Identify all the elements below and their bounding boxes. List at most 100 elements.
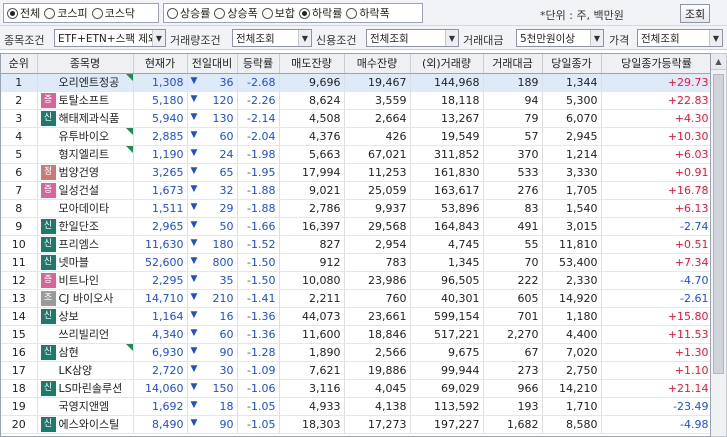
item-condition-select[interactable]: ETF+ETN+스팩 제외 ▼ — [54, 29, 166, 47]
stock-name[interactable]: 범양건영 — [59, 166, 99, 179]
table-row[interactable]: 17 LK삼양 2,720 ▼ 30 -1.09 7,621 19,886 99,944 273 2… — [1, 361, 710, 380]
scroll-thumb[interactable] — [713, 74, 724, 374]
rank-radio-0[interactable]: 상승률 — [167, 5, 210, 21]
cell-amount: 67 — [483, 343, 543, 362]
market-radio-2[interactable]: 코스닥 — [91, 5, 135, 21]
cell-close: 2,330 — [542, 271, 602, 290]
query-button[interactable]: 조회 — [680, 4, 710, 23]
rank-radio-1[interactable]: 상승폭 — [214, 5, 258, 21]
cell-price: 5,940 — [133, 109, 188, 128]
table-row[interactable]: 15 쓰리빌리언 4,340 ▼ 60 -1.36 11,600 18,846 517,221 2… — [1, 325, 710, 344]
table-row[interactable]: 14 신 상보 1,164 ▼ 16 -1.36 44,073 23,661 599,154 701… — [1, 307, 710, 326]
stock-name[interactable]: 에스와이스틸 — [59, 418, 120, 431]
stock-name[interactable]: 비트나인 — [59, 274, 99, 287]
column-header[interactable]: (외)거래량 — [410, 54, 484, 74]
table-row[interactable]: 20 신 에스와이스틸 8,490 ▼ 90 -1.05 18,303 17,273 197,22… — [1, 415, 710, 434]
stock-name[interactable]: 쓰리빌리언 — [59, 328, 110, 341]
cell-rank: 17 — [1, 361, 38, 380]
amount-condition-select[interactable]: 5천만원이상 ▼ — [516, 29, 604, 47]
stock-name[interactable]: 형지엘리트 — [59, 148, 110, 161]
cell-ask: 17,994 — [279, 163, 345, 182]
cell-volume: 18,118 — [410, 91, 484, 110]
volume-condition-select[interactable]: 전체조회 ▼ — [232, 29, 312, 47]
cell-rank: 8 — [1, 199, 38, 218]
cell-rate: -2.14 — [237, 109, 280, 128]
cell-volume: 96,505 — [410, 271, 484, 290]
market-radio-1[interactable]: 코스피 — [44, 5, 88, 21]
table-row[interactable]: 18 신 LS마린솔루션 14,060 ▼ 150 -1.06 3,116 4,045 69,02… — [1, 379, 710, 398]
cell-diff: ▼ 90 — [187, 415, 238, 434]
stock-name[interactable]: LK삼양 — [59, 364, 93, 377]
stock-name[interactable]: 오리엔트정공 — [59, 76, 120, 89]
stock-name[interactable]: 해태제과식품 — [59, 112, 120, 125]
stock-name[interactable]: 모아데이타 — [59, 202, 110, 215]
column-header[interactable]: 당일종가 — [542, 54, 602, 74]
stock-name[interactable]: 삼현 — [59, 346, 79, 359]
table-row[interactable]: 9 신 한일단조 2,965 ▼ 50 -1.66 16,397 29,568 164,843 49… — [1, 217, 710, 236]
item-condition-label: 종목조건 — [4, 34, 45, 47]
diff-value: 800 — [212, 255, 234, 269]
column-header[interactable]: 매수잔량 — [344, 54, 411, 74]
rank-radio-3[interactable]: 하락률 — [299, 5, 342, 21]
cell-rank: 2 — [1, 91, 38, 110]
stock-name[interactable]: LS마린솔루션 — [59, 382, 123, 395]
credit-condition-select[interactable]: 전체조회 ▼ — [366, 29, 459, 47]
table-row[interactable]: 4 유투바이오 2,885 ▼ 60 -2.04 4,376 426 19,549 57 2,945… — [1, 127, 710, 146]
cell-rate: -1.66 — [237, 217, 280, 236]
table-row[interactable]: 16 신 삼현 6,930 ▼ 90 -1.28 1,890 2,566 9,675 67 7,020… — [1, 343, 710, 362]
table-row[interactable]: 5 형지엘리트 1,190 ▼ 24 -1.98 5,663 67,021 311,852 370… — [1, 145, 710, 164]
diff-value: 36 — [219, 75, 234, 89]
cell-price: 3,265 — [133, 163, 188, 182]
cell-ask: 5,663 — [279, 145, 345, 164]
cell-volume: 69,029 — [410, 379, 484, 398]
table-row[interactable]: 12 증 비트나인 2,295 ▼ 35 -1.50 10,080 23,986 96,505 22… — [1, 271, 710, 290]
column-header[interactable]: 전일대비 — [187, 54, 238, 74]
column-header[interactable]: 거래대금 — [483, 54, 543, 74]
stock-name[interactable]: 한일단조 — [59, 220, 99, 233]
radio-label: 전체 — [20, 7, 41, 20]
cell-close_rate: -2.61 — [601, 289, 710, 308]
cell-rate: -1.50 — [237, 271, 280, 290]
market-radio-0[interactable]: 전체 — [7, 5, 40, 21]
cell-price: 1,673 — [133, 181, 188, 200]
vertical-scrollbar[interactable]: ▲ — [711, 53, 727, 437]
price-condition-select[interactable]: 전체조회 ▼ — [637, 29, 723, 47]
column-header[interactable]: 현재가 — [133, 54, 188, 74]
column-header[interactable]: 매도잔량 — [279, 54, 345, 74]
stock-name[interactable]: 토탈소프트 — [59, 94, 110, 107]
condition-bar: 종목조건 ETF+ETN+스팩 제외 ▼ 거래량조건 전체조회 ▼ 신용조건 전… — [0, 26, 727, 50]
stock-status-badge: 조 — [40, 291, 56, 306]
scroll-up-icon[interactable]: ▲ — [711, 54, 726, 70]
column-header[interactable]: 순위 — [1, 54, 38, 74]
column-header[interactable]: 종목명 — [37, 54, 134, 74]
table-row[interactable]: 8 모아데이타 1,511 ▼ 29 -1.88 2,786 9,937 53,896 83 1,5… — [1, 199, 710, 218]
stock-name[interactable]: 국영지앤엠 — [59, 400, 110, 413]
table-row[interactable]: 11 신 넷마블 52,600 ▼ 800 -1.50 912 783 1,345 70 53,400… — [1, 253, 710, 272]
table-row[interactable]: 13 조 CJ 바이오사 14,710 ▼ 210 -1.41 2,211 760 40,301 6… — [1, 289, 710, 308]
radio-label: 상승률 — [180, 7, 211, 20]
stock-name[interactable]: 유투바이오 — [59, 130, 110, 143]
rank-radio-4[interactable]: 하락폭 — [346, 5, 390, 21]
cell-amount: 491 — [483, 217, 543, 236]
rank-radio-2[interactable]: 보합 — [261, 5, 295, 21]
stock-name[interactable]: CJ 바이오사 — [59, 292, 114, 305]
column-header[interactable]: 등락률 — [237, 54, 280, 74]
table-row[interactable]: 6 정 범양건영 3,265 ▼ 65 -1.95 17,994 11,253 161,830 53… — [1, 163, 710, 182]
table-row[interactable]: 7 증 일성건설 1,673 ▼ 32 -1.88 9,021 25,059 163,617 276… — [1, 181, 710, 200]
cell-diff: ▼ 18 — [187, 397, 238, 416]
radio-dot-icon — [214, 7, 226, 19]
table-row[interactable]: 19 국영지앤엠 1,692 ▼ 18 -1.05 4,933 4,138 113,592 193… — [1, 397, 710, 416]
table-row[interactable]: 10 신 프리엠스 11,630 ▼ 180 -1.52 827 2,954 4,745 55 11,… — [1, 235, 710, 254]
table-row[interactable]: 2 증 토탈소프트 5,180 ▼ 120 -2.26 8,624 3,559 18,118 94 5… — [1, 91, 710, 110]
stock-name[interactable]: 프리엠스 — [59, 238, 99, 251]
cell-rank: 14 — [1, 307, 38, 326]
stock-name[interactable]: 넷마블 — [59, 256, 89, 269]
cell-close: 3,330 — [542, 163, 602, 182]
column-header[interactable]: 당일종가등락률 — [601, 54, 710, 74]
stock-name[interactable]: 일성건설 — [59, 184, 99, 197]
table-row[interactable]: 1 오리엔트정공 1,308 ▼ 36 -2.68 9,696 19,467 144,968 18… — [1, 73, 710, 92]
cell-amount: 70 — [483, 253, 543, 272]
stock-name[interactable]: 상보 — [59, 310, 79, 323]
table-row[interactable]: 3 신 해태제과식품 5,940 ▼ 130 -2.14 4,508 2,664 13,267 79… — [1, 109, 710, 128]
cell-rank: 15 — [1, 325, 38, 344]
